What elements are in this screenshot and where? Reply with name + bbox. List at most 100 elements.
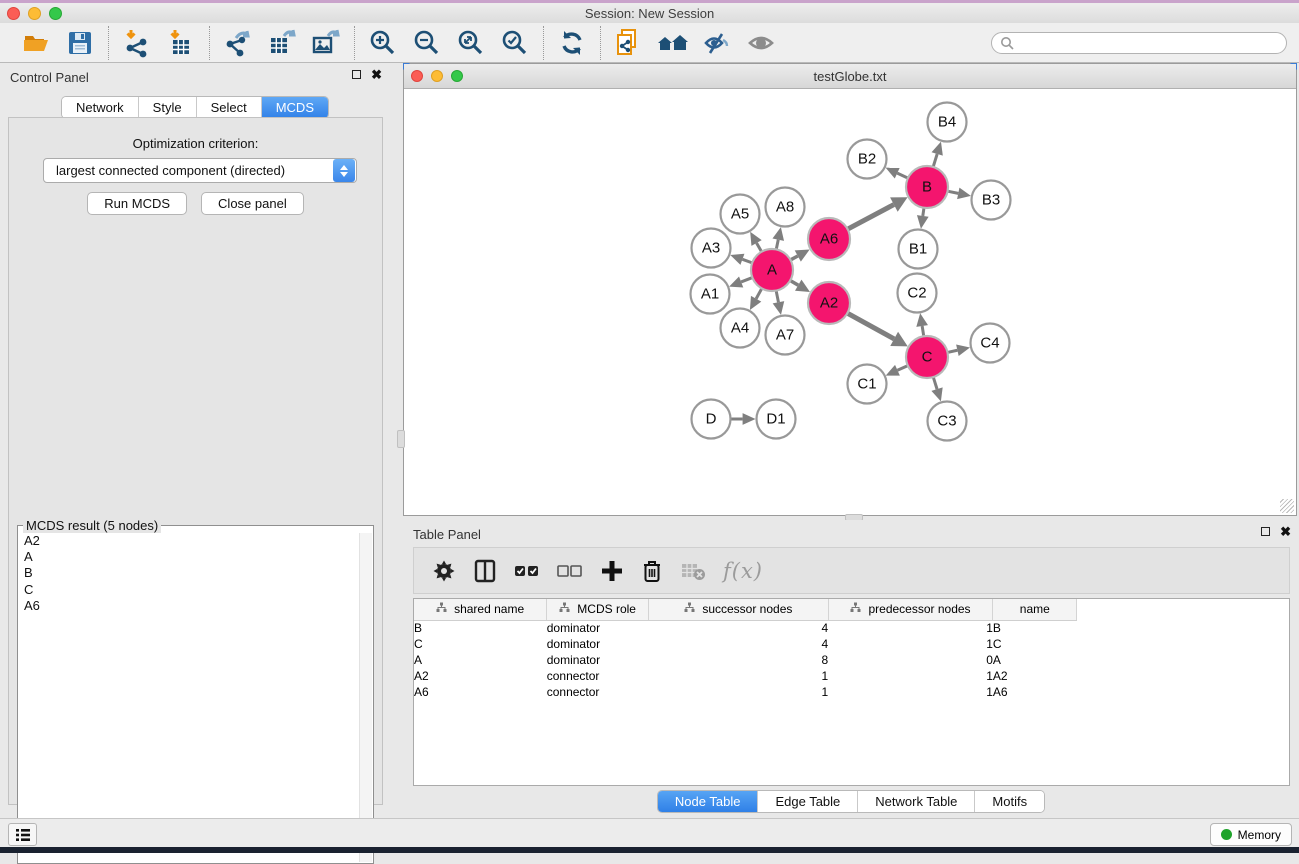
search-field[interactable] [991, 32, 1287, 54]
export-network-icon[interactable] [222, 27, 254, 59]
eye-icon[interactable] [745, 27, 777, 59]
table-cell[interactable]: dominator [547, 652, 649, 668]
table-row[interactable]: A6connector11A6 [414, 684, 1289, 700]
tab-select[interactable]: Select [197, 97, 262, 118]
criterion-dropdown[interactable]: largest connected component (directed) [43, 158, 357, 183]
graph-edge[interactable] [922, 326, 924, 336]
table-cell[interactable]: 1 [828, 636, 993, 652]
list-item[interactable]: A [19, 549, 359, 565]
tab-motifs[interactable]: Motifs [975, 791, 1044, 812]
task-history-button[interactable] [8, 823, 37, 846]
table-cell[interactable]: 1 [828, 684, 993, 700]
zoom-selected-icon[interactable] [499, 27, 531, 59]
search-input[interactable] [1019, 36, 1278, 50]
table-cell[interactable]: C [993, 636, 1077, 652]
zoom-in-icon[interactable] [367, 27, 399, 59]
panel-splitter-handle[interactable] [397, 430, 405, 448]
list-item[interactable]: C [19, 582, 359, 598]
table-cell[interactable]: 0 [828, 652, 993, 668]
graph-edge[interactable] [776, 240, 778, 250]
table-cell[interactable]: A6 [414, 684, 547, 700]
graph-edge[interactable] [742, 259, 752, 263]
table-cell[interactable]: 8 [649, 652, 829, 668]
graph-edge[interactable] [756, 288, 762, 298]
column-header[interactable]: shared name [414, 599, 547, 620]
table-cell[interactable]: A6 [993, 684, 1077, 700]
graph-edge[interactable] [897, 173, 908, 178]
import-network-icon[interactable] [121, 27, 153, 59]
graph-edge[interactable] [847, 313, 894, 339]
deselect-all-icon[interactable] [557, 562, 583, 580]
close-panel-button[interactable]: Close panel [201, 192, 304, 215]
graph-edge[interactable] [790, 281, 798, 286]
add-column-icon[interactable] [600, 559, 624, 583]
column-header[interactable]: MCDS role [547, 599, 649, 620]
mcds-result-scrollbar[interactable] [359, 533, 372, 862]
float-panel-icon[interactable] [1261, 527, 1270, 536]
export-table-icon[interactable] [266, 27, 298, 59]
list-item[interactable]: B [19, 565, 359, 581]
select-all-icon[interactable] [514, 562, 540, 580]
refresh-icon[interactable] [556, 27, 588, 59]
graph-edge[interactable] [933, 377, 937, 389]
table-cell[interactable]: 4 [649, 636, 829, 652]
graph-edge[interactable] [848, 205, 894, 230]
table-cell[interactable]: 1 [649, 684, 829, 700]
show-columns-icon[interactable] [473, 559, 497, 583]
tab-mcds[interactable]: MCDS [262, 97, 328, 118]
tab-network-table[interactable]: Network Table [858, 791, 975, 812]
float-panel-icon[interactable] [352, 70, 361, 79]
table-cell[interactable]: 4 [649, 620, 829, 636]
table-cell[interactable]: B [993, 620, 1077, 636]
zoom-out-icon[interactable] [411, 27, 443, 59]
tab-node-table[interactable]: Node Table [658, 791, 759, 812]
run-mcds-button[interactable]: Run MCDS [87, 192, 187, 215]
network-file-icon[interactable] [613, 27, 645, 59]
table-cell[interactable]: A [993, 652, 1077, 668]
node-table-container[interactable]: shared nameMCDS rolesuccessor nodesprede… [413, 598, 1290, 786]
graph-edge[interactable] [948, 191, 959, 193]
save-session-icon[interactable] [64, 27, 96, 59]
column-header[interactable]: name [993, 599, 1077, 620]
import-table-icon[interactable] [165, 27, 197, 59]
home-icon[interactable] [657, 27, 689, 59]
mcds-result-list[interactable]: A2ABCA6 [19, 533, 359, 862]
list-item[interactable]: A2 [19, 533, 359, 549]
tab-edge-table[interactable]: Edge Table [758, 791, 858, 812]
table-cell[interactable]: A2 [993, 668, 1077, 684]
table-cell[interactable]: connector [547, 668, 649, 684]
table-row[interactable]: Cdominator41C [414, 636, 1289, 652]
table-settings-gear-icon[interactable] [432, 559, 456, 583]
list-item[interactable]: A6 [19, 598, 359, 614]
tab-style[interactable]: Style [139, 97, 197, 118]
open-session-icon[interactable] [20, 27, 52, 59]
export-image-icon[interactable] [310, 27, 342, 59]
table-cell[interactable]: B [414, 620, 547, 636]
graph-edge[interactable] [790, 256, 797, 260]
table-cell[interactable]: C [414, 636, 547, 652]
table-cell[interactable]: dominator [547, 620, 649, 636]
tab-network[interactable]: Network [62, 97, 139, 118]
graph-edge[interactable] [757, 243, 762, 252]
hide-details-icon[interactable] [701, 27, 733, 59]
table-cell[interactable]: 1 [649, 668, 829, 684]
table-row[interactable]: Bdominator41B [414, 620, 1289, 636]
delete-column-icon[interactable] [641, 559, 663, 583]
graph-edge[interactable] [741, 278, 752, 282]
network-canvas[interactable]: B4B2BB3B1A5A8A6A3AA1A2C2A4A7C4CC1C3DD1 [405, 90, 1295, 514]
close-panel-icon[interactable]: ✖ [1280, 527, 1291, 536]
close-panel-icon[interactable]: ✖ [371, 70, 382, 79]
table-cell[interactable]: dominator [547, 636, 649, 652]
graph-edge[interactable] [897, 366, 907, 371]
table-cell[interactable]: 1 [828, 668, 993, 684]
column-header[interactable]: predecessor nodes [828, 599, 993, 620]
table-row[interactable]: Adominator80A [414, 652, 1289, 668]
table-cell[interactable]: A2 [414, 668, 547, 684]
graph-edge[interactable] [923, 208, 924, 216]
table-cell[interactable]: 1 [828, 620, 993, 636]
table-row[interactable]: A2connector11A2 [414, 668, 1289, 684]
column-header[interactable]: successor nodes [649, 599, 829, 620]
memory-button[interactable]: Memory [1210, 823, 1292, 846]
window-resize-grip[interactable] [1280, 499, 1294, 513]
graph-edge[interactable] [933, 154, 937, 167]
